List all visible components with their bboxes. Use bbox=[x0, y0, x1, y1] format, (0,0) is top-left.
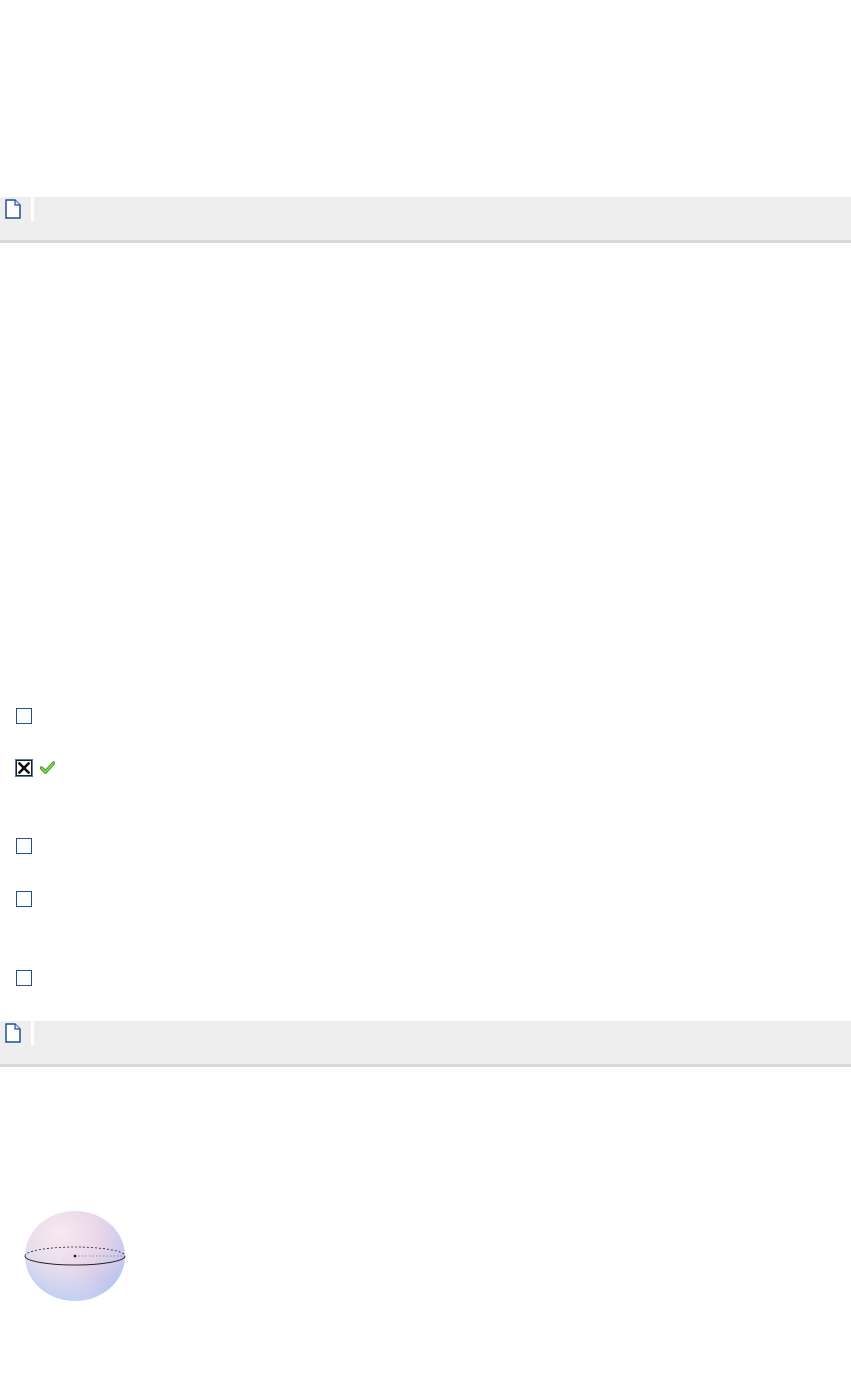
toolbar-separator bbox=[31, 1021, 34, 1045]
green-checkmark-icon bbox=[39, 761, 56, 774]
section-header-bar bbox=[0, 197, 851, 243]
answer-option-checkbox-3[interactable] bbox=[16, 838, 32, 854]
answer-option-checkbox-2[interactable] bbox=[15, 759, 33, 777]
sphere-figure bbox=[24, 1210, 126, 1302]
document-icon[interactable] bbox=[5, 199, 21, 219]
x-mark-icon bbox=[18, 762, 30, 774]
section-header-bar bbox=[0, 1021, 851, 1067]
answer-option-checkbox-1[interactable] bbox=[16, 708, 32, 724]
document-icon[interactable] bbox=[5, 1023, 21, 1043]
answer-option-checkbox-4[interactable] bbox=[16, 891, 32, 907]
toolbar-separator bbox=[31, 197, 34, 221]
answer-option-checkbox-5[interactable] bbox=[16, 970, 32, 986]
